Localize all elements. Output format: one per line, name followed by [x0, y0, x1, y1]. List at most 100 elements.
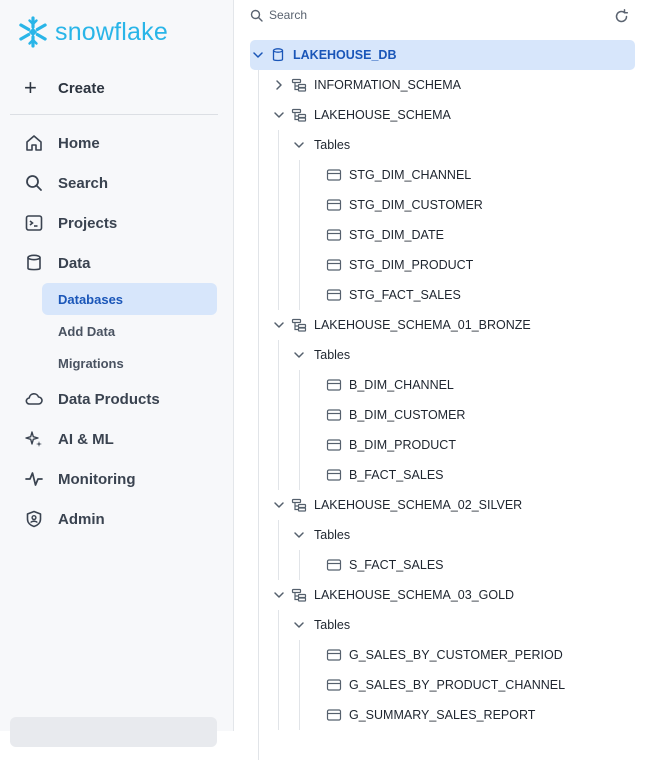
table-icon [326, 259, 342, 271]
sidebar-subitem-databases[interactable]: Databases [42, 283, 217, 315]
expander[interactable] [291, 137, 307, 153]
tree-node-folder[interactable]: Tables [291, 610, 350, 640]
sidebar-item-data-products[interactable]: Data Products [24, 389, 160, 409]
chevron-down-icon [274, 502, 284, 508]
tree-node-folder[interactable]: Tables [291, 340, 350, 370]
sidebar-subitem-add-data[interactable]: Add Data [42, 315, 217, 347]
create-button[interactable]: + Create [24, 77, 105, 99]
tree-node-database[interactable]: LAKEHOUSE_DB [250, 40, 635, 70]
search-icon [250, 9, 263, 22]
chevron-down-icon [294, 622, 304, 628]
tree-node-table[interactable]: B_DIM_PRODUCT [326, 430, 456, 460]
node-icon [270, 47, 286, 63]
table-icon [326, 709, 342, 721]
node-icon [291, 497, 307, 513]
tree-node-label: LAKEHOUSE_SCHEMA [314, 108, 451, 122]
sidebar-item-projects[interactable]: Projects [24, 213, 117, 233]
sidebar-subitem-label: Add Data [58, 323, 116, 339]
expander[interactable] [291, 527, 307, 543]
expander[interactable] [291, 617, 307, 633]
tree-node-label: STG_DIM_CHANNEL [349, 168, 472, 182]
chevron-down-icon [274, 112, 284, 118]
sidebar-item-label: Admin [58, 510, 105, 528]
schema-icon [291, 78, 307, 92]
database-icon [27, 254, 41, 271]
expander[interactable] [271, 317, 287, 333]
snowflake-logo[interactable]: snowflake [17, 16, 168, 48]
sidebar-item-label: Data Products [58, 390, 160, 408]
tree-node-label: LAKEHOUSE_SCHEMA_03_GOLD [314, 588, 515, 602]
tree-node-table[interactable]: STG_DIM_PRODUCT [326, 250, 473, 280]
tree-node-table[interactable]: B_DIM_CUSTOMER [326, 400, 465, 430]
chevron-down-icon [274, 322, 284, 328]
expander[interactable] [271, 497, 287, 513]
tree-node-table[interactable]: STG_DIM_DATE [326, 220, 444, 250]
tree-node-table[interactable]: S_FACT_SALES [326, 550, 444, 580]
sidebar-item-home[interactable]: Home [24, 133, 100, 153]
object-search[interactable]: Search [250, 8, 307, 22]
object-explorer: Search LAKEHOUSE_DB INFORMATION_SCHEMA LAK… [234, 0, 652, 760]
expander[interactable] [250, 47, 266, 63]
sidebar-subitem-migrations[interactable]: Migrations [42, 347, 217, 379]
tree-node-label: LAKEHOUSE_DB [293, 48, 397, 62]
node-icon [326, 287, 342, 303]
tree-node-schema[interactable]: LAKEHOUSE_SCHEMA_03_GOLD [271, 580, 514, 610]
sidebar-item-data[interactable]: Data [24, 253, 91, 273]
sidebar-item-label: Monitoring [58, 470, 136, 488]
node-icon [326, 257, 342, 273]
node-icon [291, 107, 307, 123]
tree-node-table[interactable]: G_SALES_BY_CUSTOMER_PERIOD [326, 640, 563, 670]
tree-node-table[interactable]: STG_DIM_CUSTOMER [326, 190, 483, 220]
tree-node-folder[interactable]: Tables [291, 520, 350, 550]
table-icon [326, 469, 342, 481]
node-icon [326, 227, 342, 243]
user-menu-card[interactable] [10, 717, 217, 747]
chevron-down-icon [274, 592, 284, 598]
tree-node-label: B_DIM_CHANNEL [349, 378, 454, 392]
tree-node-label: LAKEHOUSE_SCHEMA_02_SILVER [314, 498, 523, 512]
shield-user-icon [26, 510, 42, 528]
table-icon [326, 439, 342, 451]
sidebar-item-label: Search [58, 174, 109, 192]
tree-node-label: STG_DIM_DATE [349, 228, 444, 242]
schema-icon [291, 108, 307, 122]
tree-node-schema[interactable]: LAKEHOUSE_SCHEMA [271, 100, 451, 130]
tree-node-schema[interactable]: INFORMATION_SCHEMA [271, 70, 461, 100]
expander[interactable] [271, 77, 287, 93]
tree-node-folder[interactable]: Tables [291, 130, 350, 160]
tree-node-label: STG_DIM_CUSTOMER [349, 198, 483, 212]
expander[interactable] [271, 587, 287, 603]
terminal-icon [25, 215, 43, 231]
tree-guide-line [299, 550, 300, 580]
tree-node-label: Tables [314, 348, 351, 362]
node-icon [326, 197, 342, 213]
sidebar-item-label: Projects [58, 214, 118, 232]
tree-node-table[interactable]: G_SALES_BY_PRODUCT_CHANNEL [326, 670, 565, 700]
refresh-button[interactable] [614, 9, 629, 29]
tree-node-table[interactable]: STG_DIM_CHANNEL [326, 160, 471, 190]
tree-node-table[interactable]: B_FACT_SALES [326, 460, 444, 490]
tree-node-schema[interactable]: LAKEHOUSE_SCHEMA_02_SILVER [271, 490, 522, 520]
sidebar-item-monitoring[interactable]: Monitoring [24, 469, 135, 489]
sidebar-item-search[interactable]: Search [24, 173, 108, 193]
tree-node-label: Tables [314, 138, 351, 152]
tree-node-label: B_DIM_PRODUCT [349, 438, 456, 452]
tree-node-table[interactable]: STG_FACT_SALES [326, 280, 461, 310]
brand-name: snowflake [55, 17, 168, 46]
tree-node-table[interactable]: G_SUMMARY_SALES_REPORT [326, 700, 535, 730]
node-icon [326, 407, 342, 423]
table-icon [326, 559, 342, 571]
home-icon [26, 135, 42, 151]
chevron-down-icon [294, 142, 304, 148]
node-icon [326, 467, 342, 483]
chevron-down-icon [253, 52, 263, 58]
tree-node-label: STG_FACT_SALES [349, 288, 461, 302]
tree-node-schema[interactable]: LAKEHOUSE_SCHEMA_01_BRONZE [271, 310, 531, 340]
expander[interactable] [291, 347, 307, 363]
sidebar-item-ai-ml[interactable]: AI & ML [24, 429, 114, 449]
expander[interactable] [271, 107, 287, 123]
node-icon [291, 77, 307, 93]
tree-node-table[interactable]: B_DIM_CHANNEL [326, 370, 454, 400]
sidebar-item-admin[interactable]: Admin [24, 509, 105, 529]
tree-guide-line [299, 370, 300, 490]
